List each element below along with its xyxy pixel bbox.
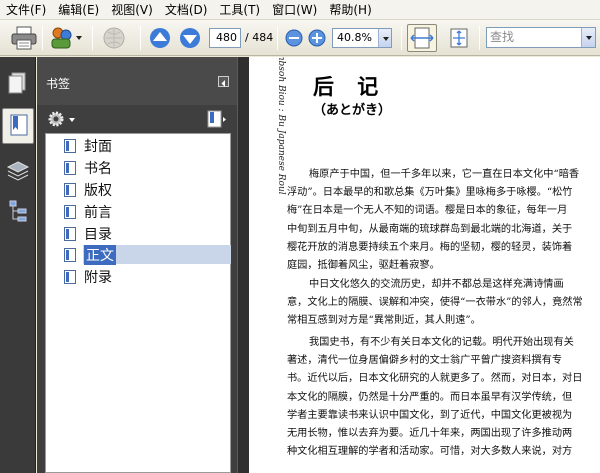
bookmark-label: 封面	[84, 139, 112, 155]
zoom-out-icon[interactable]	[285, 29, 303, 47]
bookmark-item[interactable]: 前言	[64, 202, 112, 222]
bookmark-icon	[64, 139, 76, 153]
bookmark-icon	[64, 270, 76, 284]
bookmark-item[interactable]: 目录	[64, 224, 112, 244]
text-line: 梅原产于中国，但一千多年以来，它一直在日本文化中“暗香	[309, 169, 580, 180]
chapter-title: 后 记	[313, 74, 387, 99]
bookmark-label: 书名	[84, 161, 112, 177]
collapse-panel-button[interactable]	[218, 76, 229, 87]
bookmark-label: 前言	[84, 205, 112, 221]
menu-help[interactable]: 帮助(H)	[323, 0, 377, 20]
chevron-down-icon	[383, 37, 389, 41]
bookmark-item[interactable]: 附录	[64, 267, 112, 287]
search-input[interactable]: 查找	[486, 27, 596, 48]
bookmark-item-selected[interactable]: 正文	[64, 245, 116, 265]
bookmark-item[interactable]: 书名	[64, 158, 112, 178]
fit-page-icon[interactable]	[446, 25, 472, 51]
bookmarks-panel-header: 书签	[37, 57, 237, 105]
bookmark-item[interactable]: 版权	[64, 180, 112, 200]
bookmark-icon	[64, 161, 76, 175]
page-total-label: / 484	[245, 31, 274, 44]
running-header-text: mbsoh Biou : Bu Japanese Roul	[276, 57, 286, 195]
menu-document[interactable]: 文档(D)	[159, 0, 214, 20]
chevron-down-icon	[586, 36, 592, 40]
menu-tools[interactable]: 工具(T)	[213, 0, 266, 20]
new-bookmark-icon[interactable]	[205, 108, 229, 130]
chapter-subtitle: （あとがき）	[313, 103, 392, 118]
zoom-dropdown-button[interactable]	[378, 29, 391, 47]
menu-edit[interactable]: 编辑(E)	[52, 0, 105, 20]
page-number-input[interactable]: 480	[209, 28, 241, 48]
bookmark-label: 正文	[84, 245, 116, 265]
structure-panel-icon[interactable]	[4, 196, 32, 226]
text-line: 我国史书，有不少有关日本文化的记载。明代开始出现有关	[309, 337, 574, 348]
fit-width-icon	[410, 27, 434, 49]
text-line: 著述，清代一位身居偏僻乡村的文士翁广平曾广搜资料撰有专	[287, 355, 563, 367]
bookmark-item[interactable]: 封面	[64, 136, 112, 156]
menu-file[interactable]: 文件(F)	[0, 0, 52, 20]
text-line: 书。近代以后，日本文化研究的人就更多了。然而，对日本，对日	[287, 373, 583, 385]
bookmarks-toolbar	[37, 105, 237, 133]
page-side-header: mbsoh Biou : Bu Japanese Roul	[259, 57, 286, 473]
collaborate-icon[interactable]	[49, 26, 83, 50]
bookmark-label: 附录	[84, 270, 112, 286]
paragraph-1: 梅原产于中国，但一千多年以来，它一直在日本文化中“暗香 浮动”。日本最早的和歌总…	[287, 166, 600, 275]
text-line: 庭园，抵御着风尘，驱赶着寂寥。	[287, 260, 440, 272]
panel-splitter[interactable]	[237, 57, 249, 473]
document-page: mbsoh Biou : Bu Japanese Roul 后 记 （あとがき）…	[249, 57, 600, 473]
text-line: 种文化相互理解的学者和活动家。可惜，对大多数人来说，对方	[287, 446, 573, 458]
text-line: 中日文化悠久的交流历史，却并不都总是这样充满诗情画	[309, 279, 564, 290]
bookmark-label: 版权	[84, 183, 112, 199]
search-placeholder: 查找	[490, 30, 515, 44]
text-line: 本文化的隔膜，仍然是十分严重的。而日本虽早有汉学传统，但	[287, 391, 573, 403]
menu-window[interactable]: 窗口(W)	[266, 0, 323, 20]
panel-title: 书签	[46, 77, 71, 91]
text-line: 常相互感到对方是“異常則近，其人則遠”。	[287, 315, 481, 327]
paragraph-2: 中日文化悠久的交流历史，却并不都总是这样充满诗情画 意，文化上的隔膜、误解和冲突…	[287, 276, 600, 331]
print-icon[interactable]	[10, 25, 38, 51]
bookmarks-panel-button[interactable]	[2, 108, 34, 144]
text-line: 浮动”。日本最早的和歌总集《万叶集》里咏梅多于咏樱。“松竹	[287, 187, 573, 199]
bookmark-icon	[64, 248, 76, 262]
pages-panel-icon[interactable]	[4, 68, 32, 98]
text-line: 意，文化上的隔膜、误解和冲突，使得“一衣带水”的邻人，竟然常	[287, 297, 583, 309]
bookmark-icon	[64, 227, 76, 241]
bookmark-icon	[10, 114, 28, 136]
bookmark-icon	[64, 183, 76, 197]
menu-bar: 文件(F) 编辑(E) 视图(V) 文档(D) 工具(T) 窗口(W) 帮助(H…	[0, 0, 600, 20]
secure-icon[interactable]	[100, 25, 130, 51]
search-dropdown-button[interactable]	[581, 28, 595, 47]
fit-width-button[interactable]	[407, 24, 437, 52]
previous-page-icon[interactable]	[148, 26, 172, 50]
text-line: 无用长物，惟以去弃为要。近几十年来，两国出现了许多推动两	[287, 428, 573, 440]
chevron-left-icon	[221, 80, 225, 87]
text-line: 中旬到五月中旬，从最南端的琉球群岛到最北端的北海道，关于	[287, 223, 573, 235]
text-line: 樱花开放的消息要持续五个来月。梅的坚韧，樱的轻灵，装饰着	[287, 241, 573, 253]
text-line: 学者主要靠读书来认识中国文化，到了近代，中国文化更被视为	[287, 409, 573, 421]
bookmarks-panel: 书签	[37, 57, 237, 473]
bookmark-label: 目录	[84, 227, 112, 243]
bookmark-icon	[64, 205, 76, 219]
options-gear-icon[interactable]	[47, 109, 77, 129]
text-line: 梅”在日本是一个无人不知的词语。樱是日本的象征，每年一月	[287, 205, 568, 217]
zoom-in-icon[interactable]	[308, 29, 326, 47]
paragraph-3: 我国史书，有不少有关日本文化的记载。明代开始出现有关 著述，清代一位身居偏僻乡村…	[287, 334, 600, 461]
menu-view[interactable]: 视图(V)	[105, 0, 159, 20]
next-page-icon[interactable]	[178, 26, 202, 50]
layers-panel-icon[interactable]	[4, 156, 32, 186]
